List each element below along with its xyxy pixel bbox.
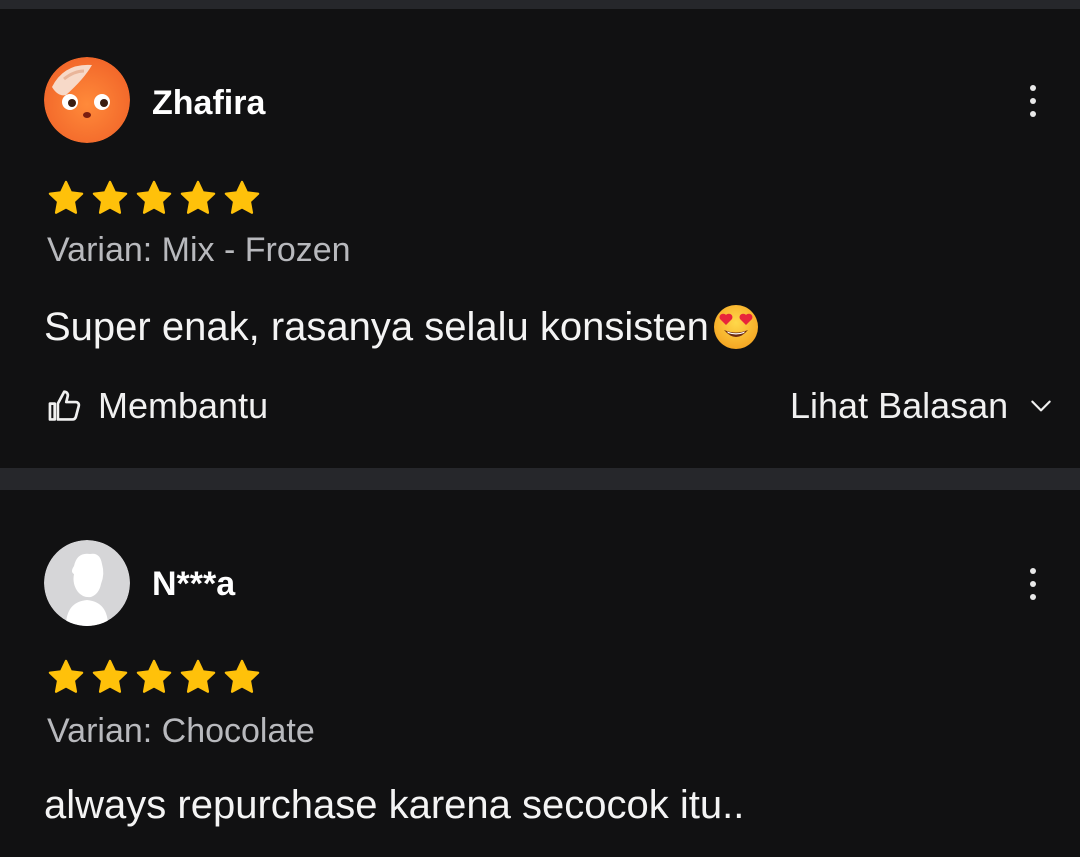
review-card: Zhafira Varian: Mix - Frozen Super enak,…: [0, 9, 1080, 468]
review-divider: [0, 468, 1080, 490]
review-comment: always repurchase karena secocok itu..: [44, 783, 744, 828]
star-icon: [224, 659, 260, 693]
default-user-avatar-icon: [44, 540, 130, 626]
review-comment: Super enak, rasanya selalu konsisten: [44, 302, 761, 352]
star-icon: [136, 180, 172, 214]
star-icon: [224, 180, 260, 214]
helpful-label: Membantu: [98, 385, 269, 426]
more-vertical-icon: [1030, 85, 1036, 91]
review-comment-text: always repurchase karena secocok itu..: [44, 783, 745, 827]
review-username: Zhafira: [152, 84, 266, 122]
star-icon: [48, 659, 84, 693]
star-icon: [92, 180, 128, 214]
more-options-button[interactable]: [1016, 562, 1050, 606]
star-rating: [46, 179, 262, 217]
variant-label: Varian: Chocolate: [47, 712, 315, 750]
more-vertical-icon: [1030, 568, 1036, 574]
top-divider: [0, 0, 1080, 9]
star-icon: [48, 180, 84, 214]
avatar[interactable]: [44, 57, 130, 143]
helpful-button[interactable]: Membantu: [46, 385, 268, 427]
star-rating: [46, 658, 262, 696]
review-username: N***a: [152, 565, 236, 603]
star-icon: [180, 659, 216, 693]
chevron-down-icon: [1031, 400, 1051, 412]
review-comment-text: Super enak, rasanya selalu konsisten: [44, 304, 709, 349]
avatar[interactable]: [44, 540, 130, 626]
variant-label: Varian: Mix - Frozen: [47, 231, 351, 269]
cartoon-face-avatar-icon: [44, 57, 130, 143]
star-icon: [180, 180, 216, 214]
review-card: N***a Varian: Chocolate always repurchas…: [0, 490, 1080, 857]
view-replies-button[interactable]: Lihat Balasan: [790, 385, 1054, 427]
heart-eyes-emoji-icon: [713, 305, 758, 349]
view-replies-label: Lihat Balasan: [790, 385, 1009, 426]
star-icon: [92, 659, 128, 693]
star-icon: [136, 659, 172, 693]
more-options-button[interactable]: [1016, 79, 1050, 123]
thumbs-up-icon: [48, 390, 81, 421]
